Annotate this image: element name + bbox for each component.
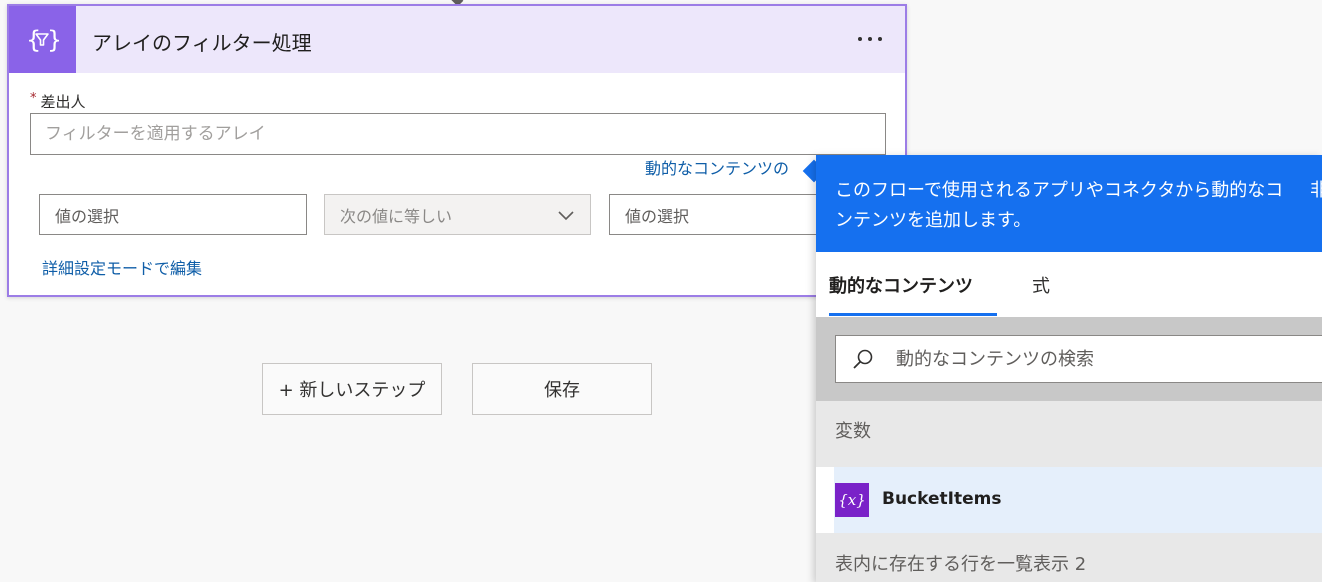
panel-banner: このフローで使用されるアプリやコネクタから動的なコンテンツを追加します。 非: [816, 155, 1322, 252]
search-box[interactable]: [835, 335, 1322, 383]
banner-text: このフローで使用されるアプリやコネクタから動的なコンテンツを追加します。: [835, 180, 1284, 231]
active-tab-indicator: [829, 313, 997, 316]
required-mark: *: [30, 91, 37, 106]
tab-dynamic-content[interactable]: 動的なコンテンツ: [829, 272, 973, 298]
left-value-select[interactable]: 値の選択: [39, 194, 307, 235]
operator-dropdown[interactable]: 次の値に等しい: [324, 194, 591, 235]
from-field-label: * 差出人: [30, 91, 86, 112]
from-label-text: 差出人: [40, 93, 86, 111]
filter-array-action-card: { } アレイのフィルター処理 *差出人 値の選択 次の値に等しい 値の選択 詳…: [7, 4, 907, 297]
list-item-highlight: {x} BucketItems: [834, 467, 1322, 533]
svg-text:{: {: [26, 26, 41, 54]
filter-braces-icon: { }: [9, 6, 76, 73]
dynamic-content-panel: このフローで使用されるアプリやコネクタから動的なコンテンツを追加します。 非 動…: [816, 155, 1322, 582]
chevron-down-icon: [558, 210, 574, 220]
right-value-select[interactable]: 値の選択: [609, 194, 829, 235]
search-input[interactable]: [896, 336, 1316, 382]
new-step-button[interactable]: + 新しいステップ: [262, 363, 442, 415]
list-item-label: BucketItems: [882, 489, 1002, 509]
operator-label: 次の値に等しい: [340, 206, 453, 226]
more-dot-icon: [858, 37, 862, 41]
variable-icon: {x}: [835, 483, 869, 517]
search-area: [816, 317, 1322, 401]
left-value-placeholder: 値の選択: [55, 206, 120, 226]
tab-expression[interactable]: 式: [1032, 272, 1050, 298]
hide-link[interactable]: 非: [1310, 176, 1322, 206]
section-header-variables[interactable]: 変数: [816, 401, 1322, 467]
edit-advanced-mode-link[interactable]: 詳細設定モードで編集: [42, 255, 202, 279]
section-header-list-rows[interactable]: 表内に存在する行を一覧表示 2: [816, 533, 1322, 582]
array-input[interactable]: [30, 113, 886, 155]
card-header[interactable]: { } アレイのフィルター処理: [9, 6, 905, 73]
right-value-placeholder: 値の選択: [625, 206, 690, 226]
more-dot-icon: [878, 37, 882, 41]
add-dynamic-content-link[interactable]: 動的なコンテンツの: [645, 155, 789, 179]
card-title: アレイのフィルター処理: [92, 31, 312, 55]
search-icon: [853, 349, 873, 369]
list-item-bucketitems[interactable]: {x} BucketItems: [816, 467, 1322, 533]
save-button[interactable]: 保存: [472, 363, 652, 415]
svg-text:}: }: [47, 26, 59, 54]
more-dot-icon: [868, 37, 872, 41]
more-options-button[interactable]: [853, 31, 887, 47]
